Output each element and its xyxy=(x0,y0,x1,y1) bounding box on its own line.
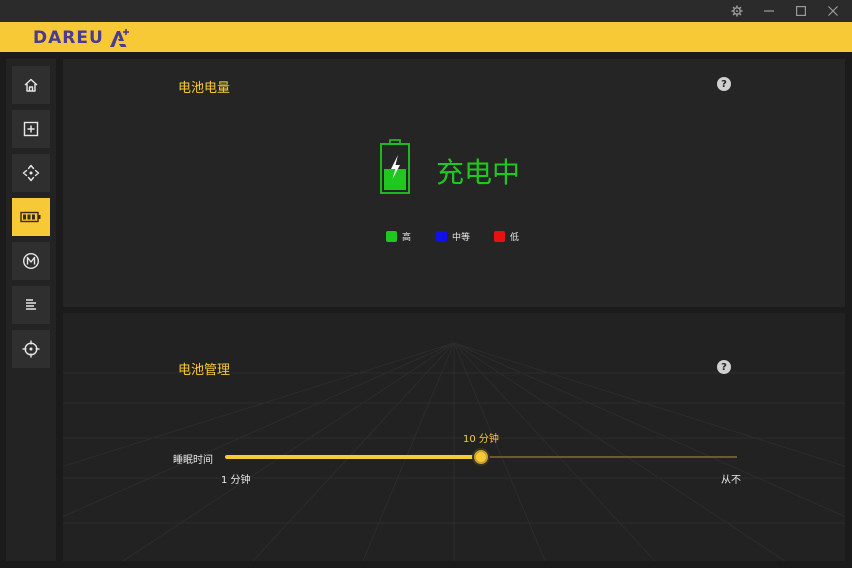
home-icon xyxy=(24,78,38,92)
crosshair-icon xyxy=(22,340,40,358)
charging-battery-icon xyxy=(380,139,410,194)
perspective-grid-background xyxy=(63,342,845,561)
legend-swatch-blue xyxy=(436,231,447,242)
title-bar xyxy=(0,0,852,22)
legend-high: 高 xyxy=(386,230,411,243)
minimize-button[interactable] xyxy=(753,0,785,22)
sleep-time-label: 睡眠时间 xyxy=(173,455,213,466)
battery-level-title: 电池电量 xyxy=(178,81,231,96)
sidebar-item-add[interactable] xyxy=(12,110,50,148)
brand-header: DAREU xyxy=(0,22,852,52)
app-window: DAREU 电池电量 ? 充电中 高 中等 低 电池管理 ? 10 分钟 睡眠时… xyxy=(0,0,852,568)
battery-icon xyxy=(20,211,41,223)
slider-min-label: 1 分钟 xyxy=(221,475,251,486)
sleep-time-slider-thumb[interactable] xyxy=(474,450,488,464)
text-lines-icon xyxy=(26,299,36,310)
sidebar xyxy=(6,59,56,561)
sidebar-item-crosshair[interactable] xyxy=(12,330,50,368)
plus-square-icon xyxy=(23,121,39,137)
help-icon[interactable]: ? xyxy=(717,77,731,91)
battery-management-title: 电池管理 xyxy=(178,363,231,378)
legend-swatch-green xyxy=(386,231,397,242)
sleep-time-value: 10 分钟 xyxy=(463,434,499,445)
maximize-button[interactable] xyxy=(785,0,817,22)
slider-max-label: 从不 xyxy=(721,475,741,486)
legend-label: 低 xyxy=(510,233,520,243)
close-button[interactable] xyxy=(817,0,849,22)
sleep-time-slider-fill xyxy=(225,455,481,459)
sidebar-item-battery[interactable] xyxy=(12,198,50,236)
brand-a-plus-icon xyxy=(109,29,129,47)
macro-m-icon xyxy=(22,252,40,270)
legend-low: 低 xyxy=(494,230,519,243)
settings-icon[interactable] xyxy=(721,0,753,22)
sidebar-item-text[interactable] xyxy=(12,286,50,324)
legend-medium: 中等 xyxy=(436,230,470,243)
battery-management-panel: 电池管理 ? 10 分钟 睡眠时间 1 分钟 从不 xyxy=(63,313,845,561)
sidebar-item-home[interactable] xyxy=(12,66,50,104)
legend-swatch-red xyxy=(494,231,505,242)
sidebar-item-movement[interactable] xyxy=(12,154,50,192)
legend-label: 中等 xyxy=(452,233,471,243)
move-arrows-icon xyxy=(22,164,40,182)
brand-logo: DAREU xyxy=(33,28,130,48)
help-icon[interactable]: ? xyxy=(717,360,731,374)
brand-name: DAREU xyxy=(33,28,104,48)
charging-status: 充电中 xyxy=(436,156,521,189)
battery-level-panel: 电池电量 ? 充电中 高 中等 低 xyxy=(63,59,845,307)
sidebar-item-macro[interactable] xyxy=(12,242,50,280)
legend-label: 高 xyxy=(402,233,412,243)
